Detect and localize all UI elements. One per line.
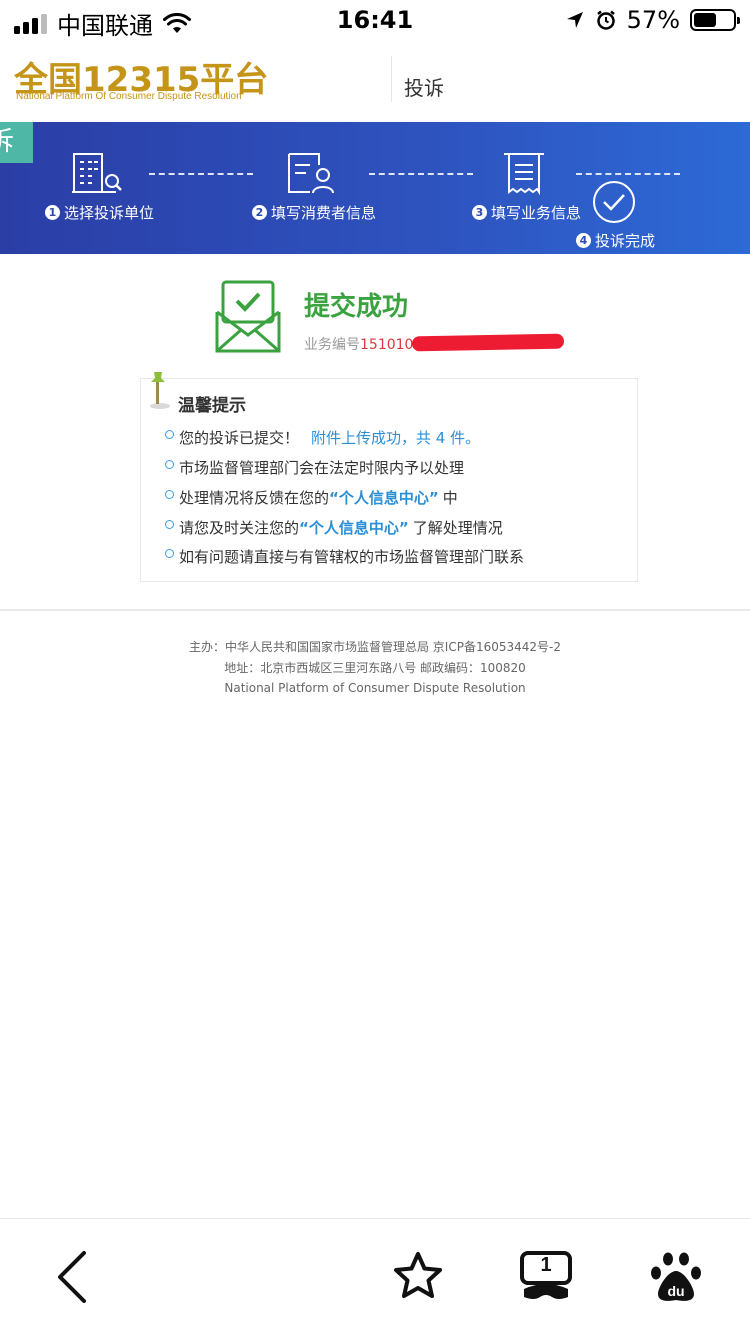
user-card-icon bbox=[288, 153, 334, 194]
location-arrow-icon bbox=[566, 12, 583, 28]
step-3: 3 填写业务信息 bbox=[472, 202, 581, 223]
info-center-link[interactable]: “个人信息中心” bbox=[329, 487, 439, 508]
step-connector bbox=[369, 173, 473, 175]
tips-title: 温馨提示 bbox=[178, 396, 246, 416]
building-search-icon bbox=[72, 153, 122, 193]
tabs-button[interactable]: 1 bbox=[518, 1249, 574, 1305]
document-icon bbox=[504, 153, 544, 195]
logo-subtitle: National Platform Of Consumer Dispute Re… bbox=[16, 91, 242, 102]
star-icon[interactable] bbox=[390, 1249, 446, 1305]
tip-item: 市场监督管理部门会在法定时限内予以处理 bbox=[165, 457, 464, 478]
baidu-paw-icon[interactable]: du bbox=[650, 1249, 702, 1305]
back-icon[interactable] bbox=[52, 1249, 92, 1305]
footer-address: 地址：北京市西城区三里河东路八号 邮政编码：100820 bbox=[224, 661, 526, 675]
status-bar: 中国联通 16:41 57% bbox=[0, 0, 750, 40]
progress-steps: 诉 1 选择投诉单位 2 填写消费者信息 3 填写业务信息 4 投诉完成 bbox=[0, 122, 750, 254]
step-1: 1 选择投诉单位 bbox=[45, 202, 154, 223]
tip-item: 您的投诉已提交！ 附件上传成功，共 4 件。 bbox=[165, 427, 480, 448]
browser-toolbar: 1 du bbox=[0, 1218, 750, 1334]
svg-text:du: du bbox=[667, 1283, 684, 1299]
tip-item: 请您及时关注您的 “个人信息中心” 了解处理情况 bbox=[165, 517, 503, 538]
success-title: 提交成功 bbox=[304, 292, 409, 322]
business-number-value: 151010 bbox=[360, 337, 414, 353]
business-number: 业务编号151010 bbox=[304, 334, 413, 354]
pin-icon bbox=[150, 372, 170, 409]
redaction-mark bbox=[411, 333, 565, 352]
alarm-icon bbox=[596, 10, 615, 30]
side-badge: 诉 bbox=[0, 122, 33, 163]
tip-item: 处理情况将反馈在您的 “个人信息中心” 中 bbox=[165, 487, 458, 508]
site-header: 全国12315平台 National Platform Of Consumer … bbox=[0, 40, 750, 122]
info-center-link[interactable]: “个人信息中心” bbox=[299, 517, 409, 538]
step-4: 4 投诉完成 bbox=[576, 230, 655, 251]
tip-item: 如有问题请直接与有管辖权的市场监督管理部门联系 bbox=[165, 546, 524, 567]
tab-count: 1 bbox=[540, 1254, 552, 1276]
step-connector bbox=[576, 173, 680, 175]
footer-sponsor: 主办：中华人民共和国国家市场监督管理总局 京ICP备16053442号-2 bbox=[188, 640, 561, 654]
footer-english: National Platform of Consumer Dispute Re… bbox=[224, 681, 526, 695]
step-connector bbox=[149, 173, 253, 175]
battery-percent: 57% bbox=[626, 6, 680, 34]
step-2: 2 填写消费者信息 bbox=[252, 202, 376, 223]
battery-icon bbox=[690, 9, 740, 31]
check-circle-icon bbox=[593, 181, 635, 223]
section-title: 投诉 bbox=[404, 76, 444, 100]
business-number-label: 业务编号 bbox=[304, 337, 360, 353]
header-divider bbox=[391, 56, 392, 102]
envelope-check-icon bbox=[215, 280, 281, 353]
divider bbox=[0, 609, 750, 611]
